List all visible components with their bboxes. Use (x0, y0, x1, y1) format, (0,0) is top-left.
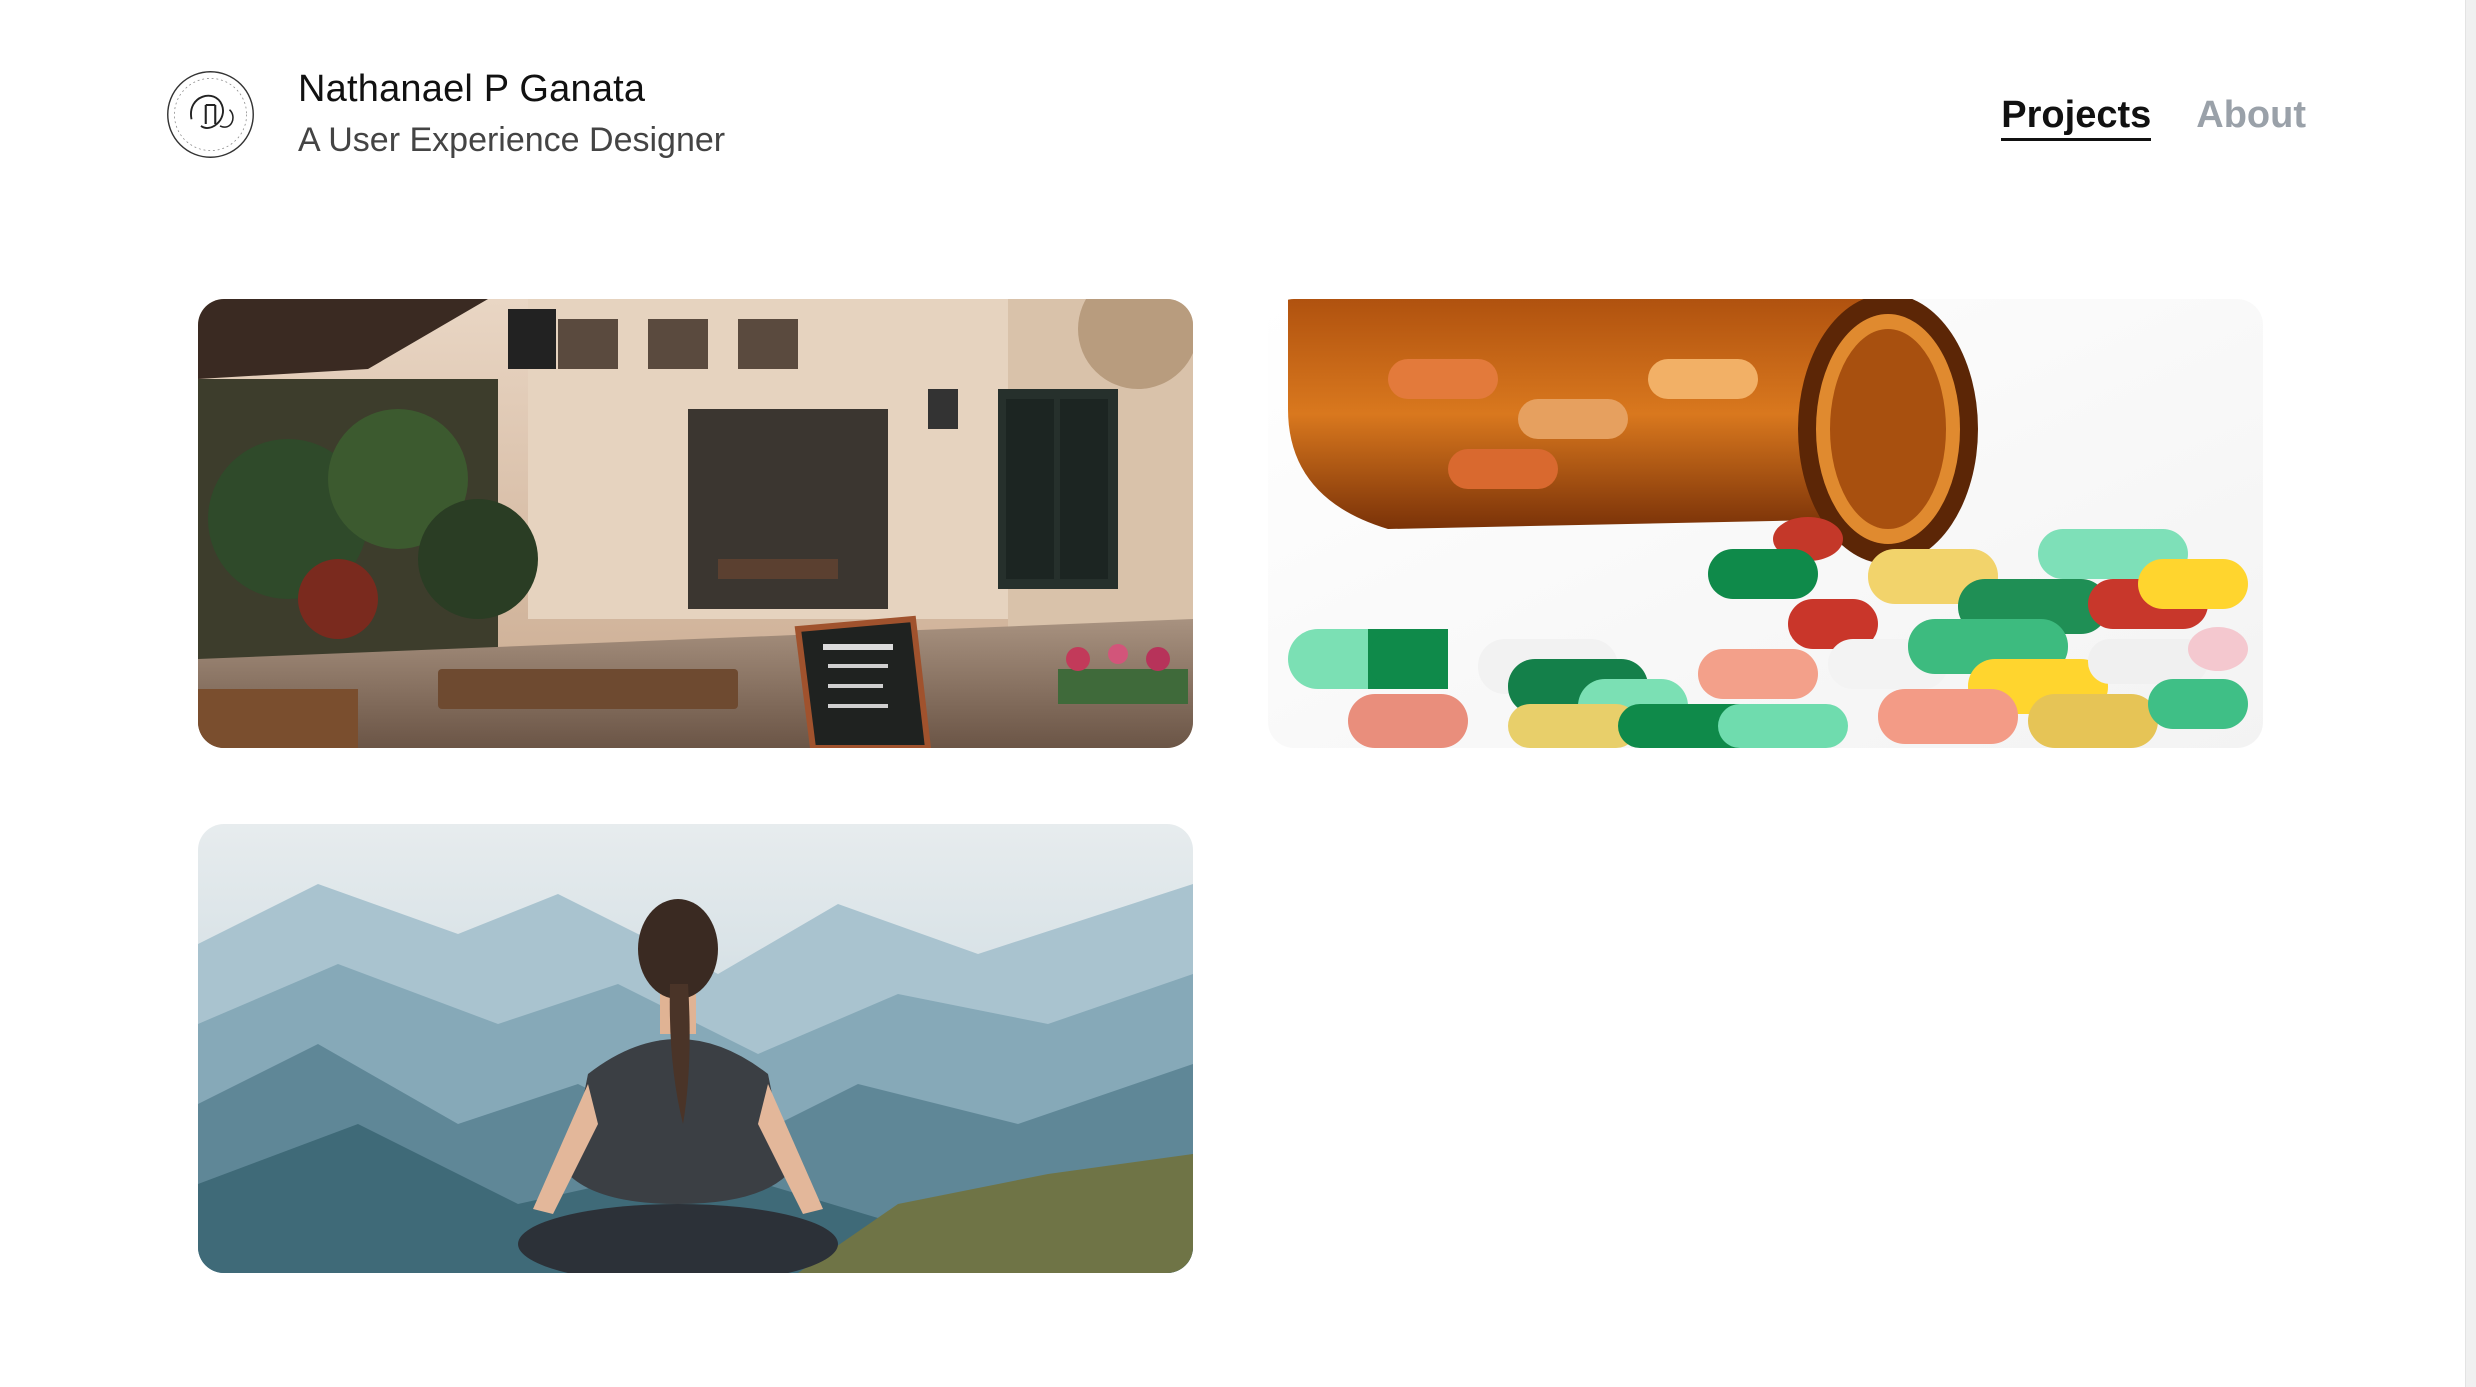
nav-projects[interactable]: Projects (2001, 92, 2152, 141)
brand-text: Nathanael P Ganata A User Experience Des… (298, 66, 725, 162)
project-card-pills[interactable] (1268, 299, 2263, 748)
page-scrollbar[interactable] (2465, 0, 2476, 1387)
logo-icon[interactable] (163, 67, 258, 162)
pills-bottle-image (1268, 299, 2263, 748)
meditation-mountains-image (198, 824, 1193, 1273)
site-owner-name: Nathanael P Ganata (298, 68, 646, 110)
nav-about[interactable]: About (2196, 92, 2306, 141)
main-nav: Projects About (2001, 92, 2306, 141)
cafe-street-image (198, 299, 1193, 748)
project-card-cafe[interactable] (198, 299, 1193, 748)
project-card-meditation[interactable] (198, 824, 1193, 1273)
portfolio-page: Nathanael P Ganata A User Experience Des… (0, 0, 2476, 1387)
brand[interactable]: Nathanael P Ganata A User Experience Des… (163, 66, 725, 162)
site-owner-role: A User Experience Designer (298, 121, 726, 159)
